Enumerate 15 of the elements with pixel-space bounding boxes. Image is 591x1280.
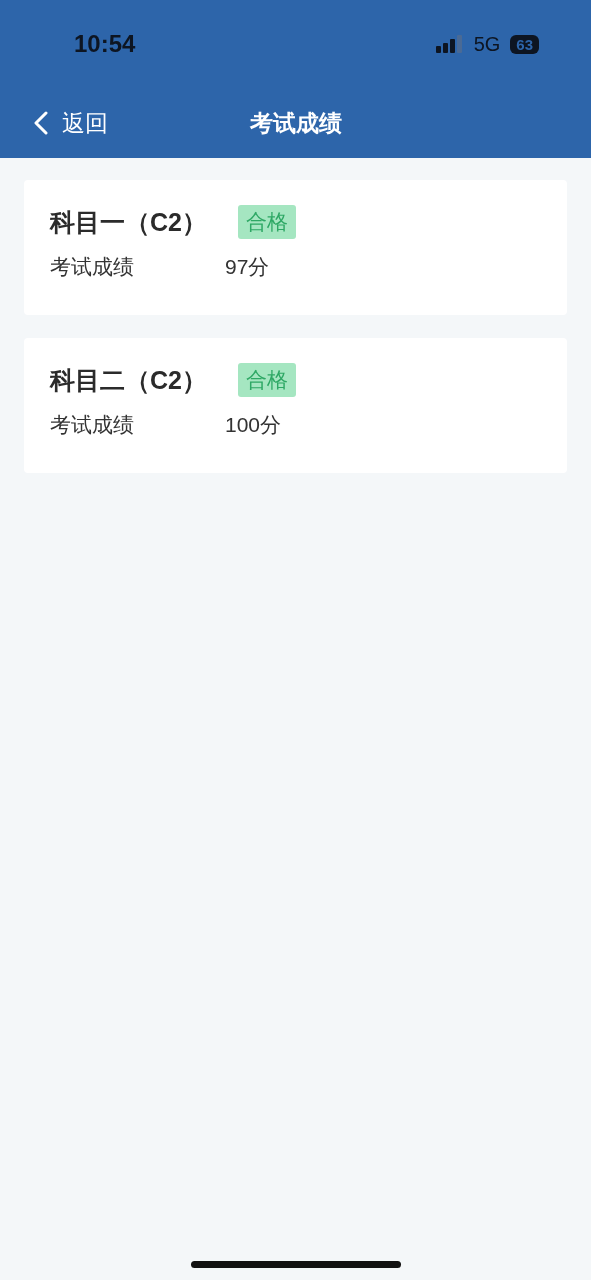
- subject-title: 科目一（C2）: [50, 206, 208, 238]
- network-label: 5G: [473, 32, 501, 56]
- pass-badge: 合格: [238, 205, 296, 239]
- score-value: 97分: [225, 254, 270, 280]
- subject-title: 科目二（C2）: [50, 364, 208, 396]
- signal-icon: [435, 34, 464, 54]
- score-value: 100分: [225, 412, 282, 438]
- battery-indicator: 63: [510, 34, 539, 54]
- page-title: 考试成绩: [249, 108, 342, 138]
- score-label: 考试成绩: [50, 412, 135, 438]
- chevron-left-icon: [34, 111, 48, 135]
- pass-badge: 合格: [238, 363, 296, 397]
- back-button[interactable]: 返回: [34, 107, 108, 139]
- score-label: 考试成绩: [50, 254, 135, 280]
- status-time: 10:54: [74, 30, 137, 58]
